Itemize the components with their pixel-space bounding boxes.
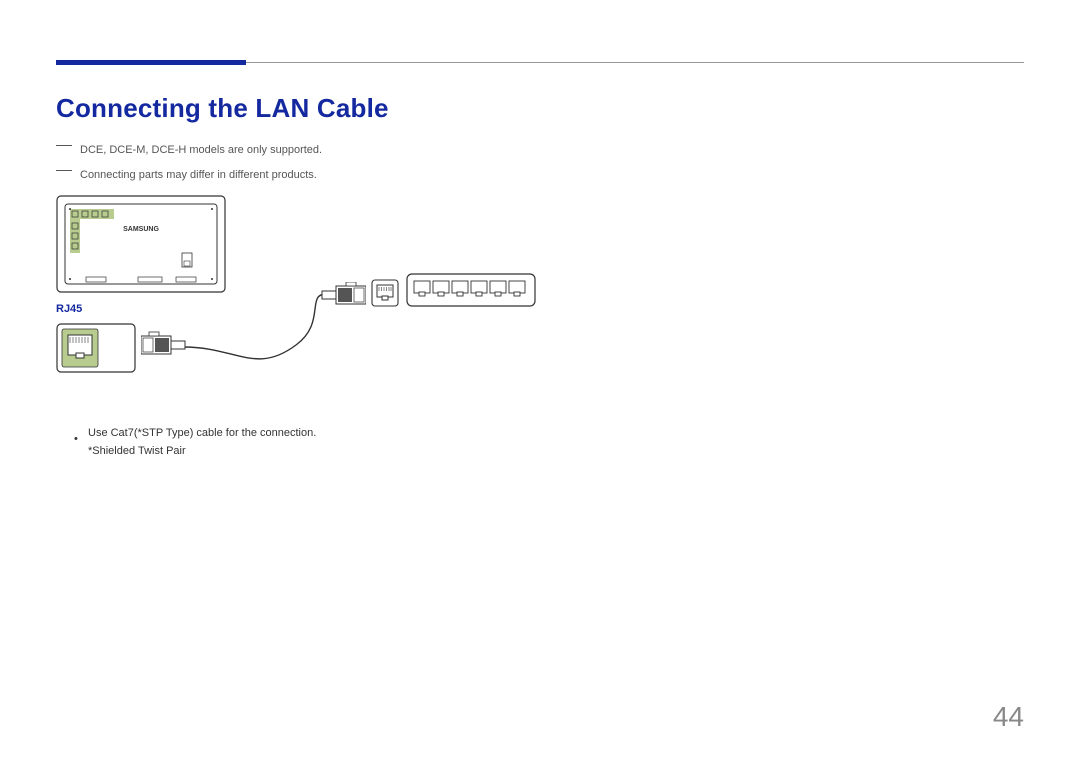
network-switch-icon	[406, 273, 536, 307]
page-number: 44	[993, 701, 1024, 733]
note-2: Connecting parts may differ in different…	[56, 167, 1024, 184]
single-rj45-jack-icon	[371, 279, 399, 307]
note-2-text: Connecting parts may differ in different…	[80, 167, 317, 184]
connection-diagram: SAMSUNG RJ45	[56, 195, 536, 395]
manual-page: Connecting the LAN Cable DCE, DCE-M, DCE…	[0, 0, 1080, 763]
bullet-item: Use Cat7(*STP Type) cable for the connec…	[74, 425, 1024, 460]
note-1-text: DCE, DCE-M, DCE-H models are only suppor…	[80, 142, 322, 159]
ethernet-plug-right-icon	[316, 282, 366, 312]
accent-bar	[56, 60, 246, 65]
divider-line	[246, 62, 1024, 63]
note-1: DCE, DCE-M, DCE-H models are only suppor…	[56, 142, 1024, 159]
bullet-dot-icon	[74, 425, 78, 460]
bullet-line-1: Use Cat7(*STP Type) cable for the connec…	[88, 425, 316, 443]
bullet-line-2: *Shielded Twist Pair	[88, 443, 316, 461]
section-title: Connecting the LAN Cable	[56, 93, 1024, 124]
ethernet-plug-left-icon	[141, 330, 191, 360]
header-rule	[56, 60, 1024, 65]
bullet-list: Use Cat7(*STP Type) cable for the connec…	[56, 425, 1024, 460]
